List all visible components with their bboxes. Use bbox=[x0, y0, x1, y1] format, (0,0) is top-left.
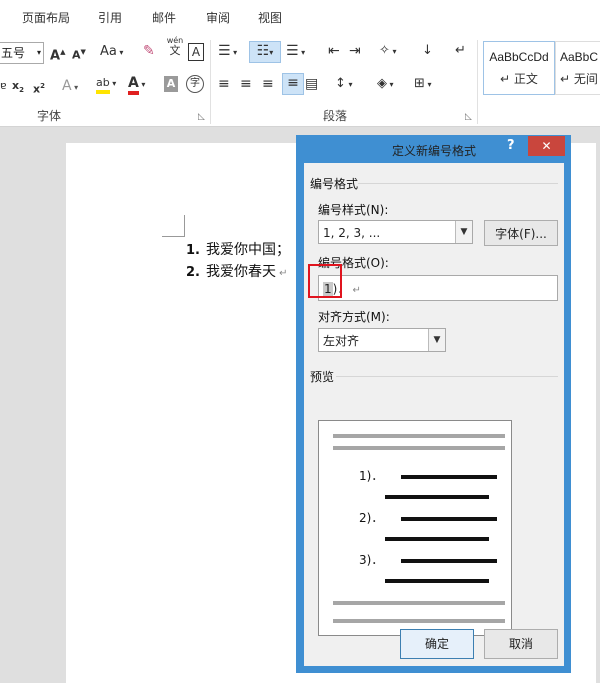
align-right-icon[interactable]: ≡ bbox=[262, 75, 274, 95]
preview-bar bbox=[401, 559, 497, 563]
style-normal[interactable]: AaBbCcDd ↵ 正文 bbox=[483, 41, 555, 95]
highlight-box bbox=[308, 264, 342, 298]
dialog-launcher-icon[interactable]: ◺ bbox=[198, 112, 205, 122]
align-center-icon[interactable]: ≡ bbox=[240, 75, 252, 95]
eraser-icon[interactable]: ✎ bbox=[143, 42, 155, 62]
char-border-button[interactable]: A bbox=[188, 43, 204, 61]
text-effect-button[interactable]: A ▾ bbox=[62, 77, 78, 97]
multilevel-list-icon[interactable]: ☰ ▾ bbox=[286, 42, 305, 62]
tab-page-layout[interactable]: 页面布局 bbox=[22, 9, 70, 26]
preview-bar bbox=[385, 579, 489, 583]
bullets-icon[interactable]: ☰ ▾ bbox=[218, 42, 237, 62]
change-case-button[interactable]: Aa ▾ bbox=[100, 43, 123, 63]
alignment-select[interactable]: 左对齐 ▼ bbox=[318, 328, 446, 352]
ribbon: 五号 ▾ A▲ A▼ Aa ▾ ✎ wén 文 A ɐ x2 x2 A ▾ ab… bbox=[0, 34, 600, 127]
char-shading-button[interactable]: A bbox=[164, 76, 178, 92]
chevron-down-icon: ▼ bbox=[428, 329, 445, 351]
number-style-select[interactable]: 1, 2, 3, ... ▼ bbox=[318, 220, 473, 244]
shading-icon[interactable]: ◈ ▾ bbox=[377, 75, 394, 95]
shrink-font-button[interactable]: A▼ bbox=[72, 43, 86, 63]
preview-label: 预览 bbox=[310, 370, 335, 384]
group-divider bbox=[477, 40, 478, 124]
align-label: 对齐方式(M): bbox=[318, 310, 390, 324]
preview-bar bbox=[401, 517, 497, 521]
tab-mailings[interactable]: 邮件 bbox=[152, 9, 176, 26]
list-item[interactable]: 1. 我爱你中国； bbox=[186, 239, 290, 259]
preview-line bbox=[333, 434, 505, 438]
dialog-titlebar[interactable]: 定义新编号格式 ? ✕ bbox=[296, 135, 571, 161]
preview-line bbox=[333, 619, 505, 623]
dialog-title: 定义新编号格式 bbox=[392, 144, 477, 158]
number-format-input[interactable]: 1)． ↵ bbox=[318, 275, 558, 301]
preview-number: 2)． bbox=[359, 511, 384, 525]
borders-icon[interactable]: ⊞ ▾ bbox=[414, 75, 431, 95]
list-item[interactable]: 2. 我爱你春天 ↵ bbox=[186, 261, 288, 281]
tab-references[interactable]: 引用 bbox=[98, 9, 122, 26]
preview-line bbox=[333, 446, 505, 450]
justify-icon[interactable]: ≡ bbox=[282, 73, 304, 95]
tab-review[interactable]: 审阅 bbox=[206, 9, 230, 26]
section-number-format: 编号格式 bbox=[310, 177, 359, 191]
group-divider bbox=[210, 40, 211, 124]
chinese-layout-icon[interactable]: ✧ ▾ bbox=[379, 42, 396, 62]
define-number-format-dialog: 定义新编号格式 ? ✕ 编号格式 编号样式(N): 1, 2, 3, ... ▼… bbox=[296, 135, 571, 673]
increase-indent-icon[interactable]: ⇥ bbox=[349, 42, 361, 62]
grow-font-button[interactable]: A▲ bbox=[50, 43, 65, 63]
style-label: 编号样式(N): bbox=[318, 203, 389, 217]
tab-view[interactable]: 视图 bbox=[258, 9, 282, 26]
strikethrough-icon[interactable]: ɐ bbox=[0, 77, 7, 97]
dialog-body: 编号格式 编号样式(N): 1, 2, 3, ... ▼ 字体(F)... 编号… bbox=[304, 163, 564, 666]
chevron-down-icon: ▼ bbox=[455, 221, 472, 243]
subscript-button[interactable]: x2 bbox=[12, 77, 24, 97]
chevron-down-icon: ▾ bbox=[36, 48, 41, 57]
ok-button[interactable]: 确定 bbox=[400, 629, 474, 659]
distribute-icon[interactable]: ▤ bbox=[305, 75, 318, 95]
sort-icon[interactable]: ↓ bbox=[422, 42, 433, 62]
numbering-icon[interactable]: ☷▾ bbox=[249, 41, 281, 63]
preview-number: 1)． bbox=[359, 469, 384, 483]
divider bbox=[358, 183, 558, 184]
font-color-button[interactable]: A ▾ bbox=[128, 74, 145, 95]
line-spacing-icon[interactable]: ↕ ▾ bbox=[335, 75, 352, 95]
preview-number: 3)． bbox=[359, 553, 384, 567]
font-size-value: 五号 bbox=[1, 46, 26, 60]
font-size-combo[interactable]: 五号 ▾ bbox=[0, 42, 44, 64]
preview-bar bbox=[401, 475, 497, 479]
decrease-indent-icon[interactable]: ⇤ bbox=[328, 42, 340, 62]
cancel-button[interactable]: 取消 bbox=[484, 629, 558, 659]
phonetic-guide-button[interactable]: wén 文 bbox=[166, 36, 184, 57]
preview-bar bbox=[385, 495, 489, 499]
dialog-launcher-icon[interactable]: ◺ bbox=[465, 112, 472, 122]
align-left-icon[interactable]: ≡ bbox=[218, 75, 230, 95]
paragraph-group-label: 段落 bbox=[323, 109, 348, 123]
enclose-char-button[interactable]: 字 bbox=[186, 75, 204, 93]
close-button[interactable]: ✕ bbox=[528, 136, 565, 156]
margin-corner-mark bbox=[162, 236, 184, 237]
highlight-button[interactable]: ab ▾ bbox=[96, 74, 116, 94]
show-marks-icon[interactable]: ↵ bbox=[455, 42, 466, 62]
ribbon-tabs: 页面布局 引用 邮件 审阅 视图 bbox=[0, 0, 600, 34]
help-button[interactable]: ? bbox=[507, 138, 515, 153]
preview-bar bbox=[385, 537, 489, 541]
divider bbox=[336, 376, 558, 377]
preview-line bbox=[333, 601, 505, 605]
style-no-spacing[interactable]: AaBbC ↵ 无间 bbox=[555, 41, 600, 95]
font-button[interactable]: 字体(F)... bbox=[484, 220, 558, 246]
superscript-button[interactable]: x2 bbox=[33, 77, 45, 97]
font-group-label: 字体 bbox=[37, 109, 62, 123]
margin-corner-mark bbox=[184, 215, 185, 237]
preview-pane: 1)． 2)． 3)． bbox=[318, 420, 512, 636]
